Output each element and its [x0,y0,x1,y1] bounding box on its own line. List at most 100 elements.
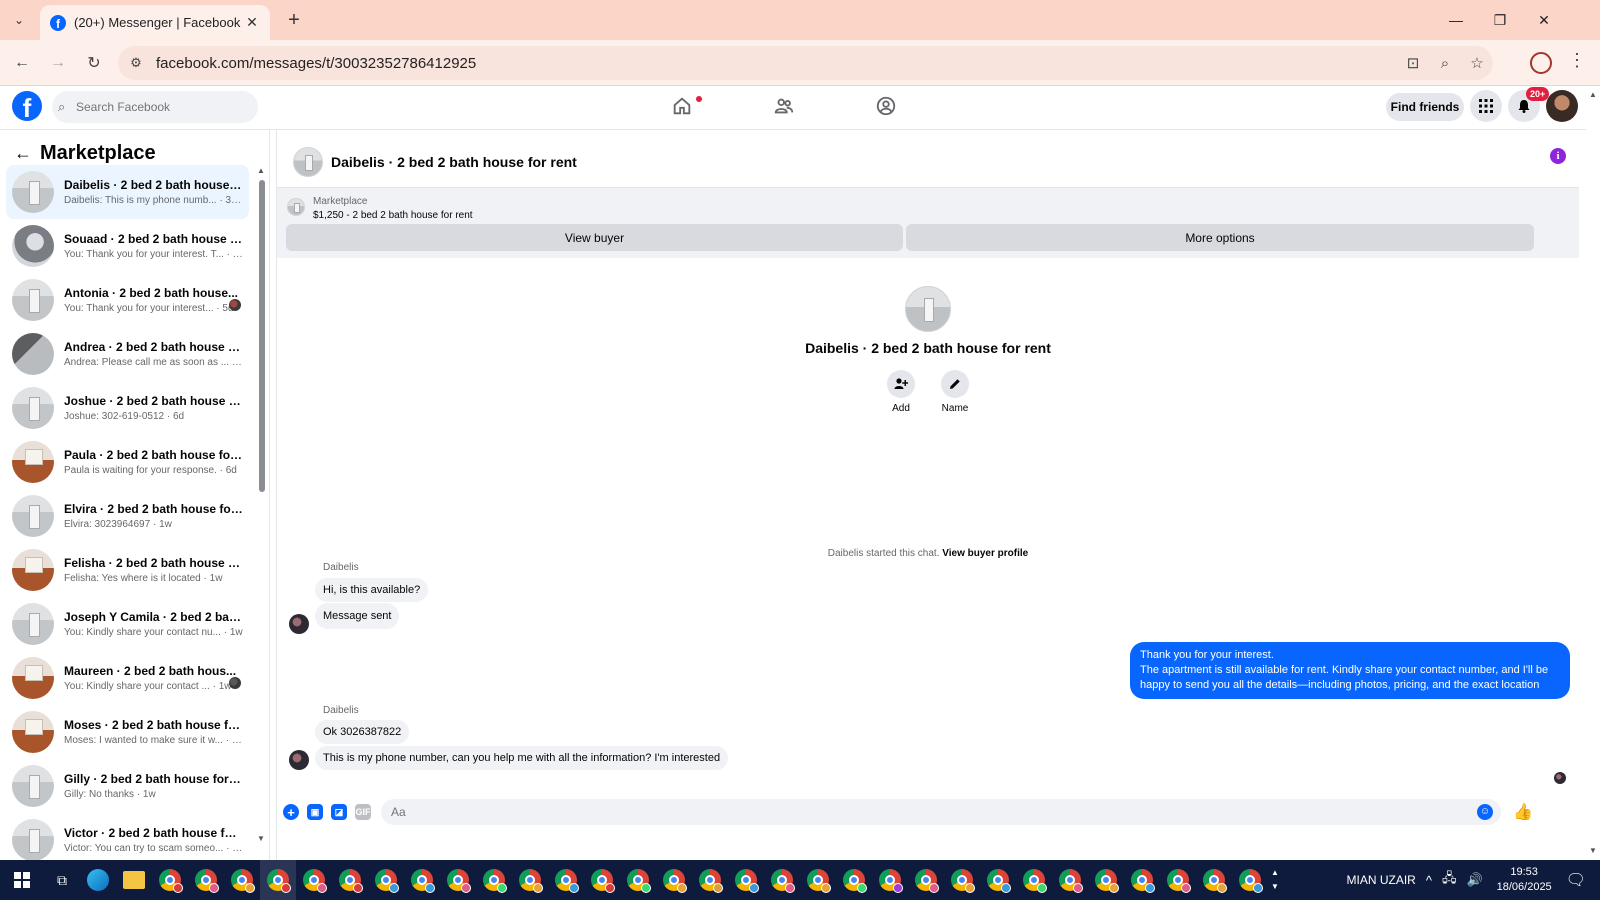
scrollbar-thumb[interactable] [259,180,265,492]
taskbar-chrome-window[interactable] [332,860,368,900]
address-bar[interactable]: ⚙ facebook.com/messages/t/30032352786412… [118,46,1493,80]
name-button[interactable]: Name [937,370,973,414]
chat-avatar[interactable] [293,146,323,177]
chat-title[interactable]: Daibelis · 2 bed 2 bath house for rent [331,154,577,170]
conversation-item[interactable]: Souaad · 2 bed 2 bath house fo... You: Th… [6,219,249,273]
taskbar-chrome-window[interactable] [1016,860,1052,900]
emoji-icon[interactable]: ☺ [1477,804,1493,820]
sender-avatar[interactable] [289,614,309,634]
conversation-item[interactable]: Victor · 2 bed 2 bath house for ... Victo… [6,813,249,860]
sender-avatar[interactable] [289,750,309,770]
outgoing-message[interactable]: Thank you for your interest. The apartme… [1130,642,1570,699]
add-button[interactable]: Add [883,370,919,414]
taskbar-chrome-window[interactable] [548,860,584,900]
restore-window-icon[interactable]: ❐ [1480,6,1520,34]
conversation-info-icon[interactable]: i [1550,148,1566,164]
taskbar-chrome-window[interactable] [980,860,1016,900]
browser-profile-icon[interactable] [1530,52,1552,74]
taskbar-chrome-window[interactable] [620,860,656,900]
scroll-down-icon[interactable]: ▼ [1589,846,1597,855]
conversation-item[interactable]: Gilly · 2 bed 2 bath house for re... Gill… [6,759,249,813]
network-icon[interactable]: 🖧 [1442,869,1457,891]
taskbar-chrome-window[interactable] [728,860,764,900]
new-tab-plus-icon[interactable]: + [282,8,306,32]
browser-tab-active[interactable]: f (20+) Messenger | Facebook ✕ [40,5,270,40]
taskbar-chrome-window[interactable] [260,860,296,900]
scroll-up-icon[interactable]: ▲ [1589,90,1597,99]
taskbar-chrome-window[interactable] [656,860,692,900]
conversation-item[interactable]: Maureen · 2 bed 2 bath hous... You: Kindl… [6,651,249,705]
taskbar-chrome-window[interactable] [476,860,512,900]
thumbs-up-icon[interactable]: 👍 [1513,802,1533,822]
sticker-icon[interactable]: ◪ [331,804,347,820]
find-friends-button[interactable]: Find friends [1386,93,1464,121]
install-app-icon[interactable]: ⊡ [1397,54,1429,72]
tab-list-chevron-icon[interactable]: ⌄ [6,8,32,32]
conversation-item[interactable]: Joseph Y Camila · 2 bed 2 bath ... You: K… [6,597,249,651]
conversation-item[interactable]: Moses · 2 bed 2 bath house for ... Moses:… [6,705,249,759]
attach-photo-icon[interactable]: ▣ [307,804,323,820]
taskbar-chrome-window[interactable] [1160,860,1196,900]
profile-avatar[interactable] [905,286,951,332]
conversation-item[interactable]: Andrea · 2 bed 2 bath house for... Andrea… [6,327,249,381]
forward-arrow-icon[interactable]: → [44,49,72,77]
listing-thumbnail[interactable] [287,198,305,216]
windows-start-button[interactable] [0,860,44,900]
conversation-item[interactable]: Elvira · 2 bed 2 bath house for r... Elvi… [6,489,249,543]
taskbar-chrome-window[interactable] [368,860,404,900]
browser-menu-icon[interactable]: ⋮ [1568,50,1586,71]
sidebar-scrollbar[interactable]: ▲ ▼ [256,166,266,856]
listing-title[interactable]: $1,250 - 2 bed 2 bath house for rent [313,210,473,221]
conversation-item[interactable]: Joshue · 2 bed 2 bath house for... Joshue… [6,381,249,435]
task-view-icon[interactable]: ⧉ [44,872,80,889]
taskbar-chrome-window[interactable] [1052,860,1088,900]
taskbar-file-explorer[interactable] [116,860,152,900]
page-scrollbar[interactable]: ▲ ▼ [1586,86,1600,860]
message-input[interactable] [381,799,1501,825]
home-nav-icon[interactable] [664,90,700,122]
menu-grid-icon[interactable] [1470,90,1502,122]
taskbar-chrome-window[interactable] [836,860,872,900]
taskbar-edge[interactable] [80,860,116,900]
reload-icon[interactable]: ↻ [80,49,108,77]
back-arrow-icon[interactable]: ← [8,49,36,77]
taskbar-chrome-window[interactable] [440,860,476,900]
more-actions-plus-icon[interactable]: + [283,804,299,820]
scroll-up-icon[interactable]: ▲ [257,166,265,175]
conversation-item[interactable]: Felisha · 2 bed 2 bath house for... Felis… [6,543,249,597]
taskbar-chrome-window[interactable] [1196,860,1232,900]
incoming-message[interactable]: Hi, is this available? [315,578,429,602]
facebook-search[interactable]: ⌕ [52,91,258,123]
system-clock[interactable]: 19:53 18/06/2025 [1497,865,1552,895]
conversation-item[interactable]: Antonia · 2 bed 2 bath house... You: Than… [6,273,249,327]
facebook-logo-icon[interactable]: f [12,91,42,121]
account-avatar[interactable] [1546,90,1578,122]
action-center-icon[interactable]: 🗨 [1566,870,1586,890]
minimize-window-icon[interactable]: — [1436,6,1476,34]
taskbar-chrome-window[interactable] [224,860,260,900]
taskbar-chrome-window[interactable] [404,860,440,900]
site-info-icon[interactable]: ⚙ [122,55,150,71]
taskbar-chrome-window[interactable] [872,860,908,900]
taskbar-chrome-window[interactable] [764,860,800,900]
zoom-icon[interactable]: ⌕ [1429,55,1461,72]
taskbar-chrome-window[interactable] [584,860,620,900]
more-options-button[interactable]: More options [906,224,1534,251]
gif-icon[interactable]: GIF [355,804,371,820]
friends-nav-icon[interactable] [766,90,802,122]
tray-chevron-up-icon[interactable]: ^ [1426,873,1432,888]
taskbar-chrome-window[interactable] [188,860,224,900]
close-window-icon[interactable]: ✕ [1524,6,1564,34]
tab-close-icon[interactable]: ✕ [244,14,260,31]
url-text[interactable]: facebook.com/messages/t/3003235278641292… [156,55,1397,72]
taskbar-chrome-window[interactable] [1232,860,1268,900]
taskbar-chrome-window[interactable] [692,860,728,900]
volume-icon[interactable]: 🔊 [1466,872,1482,888]
incoming-message[interactable]: Ok 3026387822 [315,720,410,744]
conversation-item[interactable]: Daibelis · 2 bed 2 bath house fo... Daibe… [6,165,249,219]
taskbar-chrome-window[interactable] [944,860,980,900]
scroll-down-icon[interactable]: ▼ [257,834,265,843]
bookmark-star-icon[interactable]: ☆ [1461,54,1493,72]
tray-user-name[interactable]: MIAN UZAIR [1346,873,1415,887]
taskbar-chrome-window[interactable] [908,860,944,900]
